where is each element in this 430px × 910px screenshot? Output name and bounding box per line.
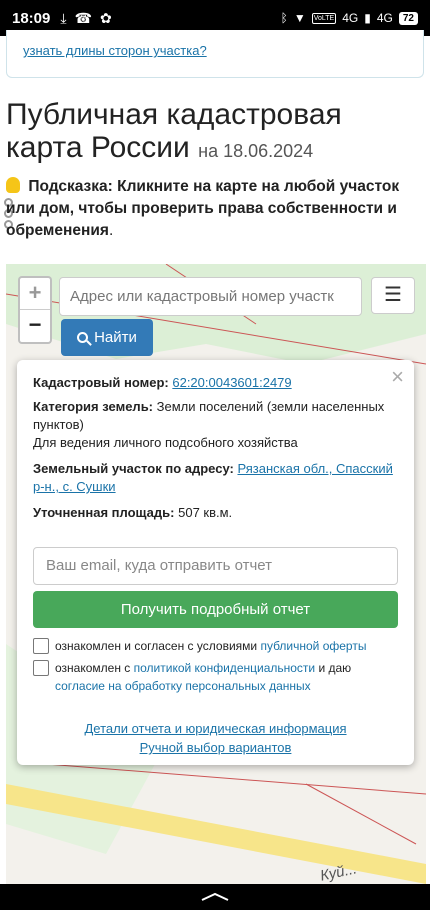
cadastral-number-row: Кадастровый номер: 62:20:0043601:2479 — [33, 374, 398, 392]
privacy-policy-link[interactable]: политикой конфиденциальности — [134, 661, 315, 675]
area-label: Уточненная площадь: — [33, 505, 175, 520]
hint-end: . — [108, 222, 114, 239]
status-time: 18:09 — [12, 9, 51, 27]
cadastral-number-link[interactable]: 62:20:0043601:2479 — [172, 375, 291, 390]
download-icon: ⤓ — [60, 9, 67, 26]
hint-block: Подсказка: Кликните на карте на любой уч… — [6, 176, 426, 242]
privacy-text: ознакомлен с — [55, 661, 131, 675]
bluetooth-icon: ᛒ — [280, 11, 288, 25]
address-label: Земельный участок по адресу: — [33, 461, 234, 476]
menu-button[interactable]: ☰ — [371, 277, 415, 314]
zoom-in-button[interactable]: + — [20, 278, 50, 310]
address-row: Земельный участок по адресу: Рязанская о… — [33, 460, 398, 496]
wifi-icon: ▼ — [293, 11, 306, 25]
land-category-label: Категория земель: — [33, 399, 154, 414]
search-input[interactable]: Адрес или кадастровый номер участк — [59, 277, 362, 316]
find-label: Найти — [94, 329, 137, 346]
battery-icon: 72 — [398, 11, 418, 25]
area-value: 507 кв.м. — [178, 505, 233, 520]
parcel-info-popup: × Кадастровый номер: 62:20:0043601:2479 … — [17, 360, 414, 765]
offer-checkbox[interactable] — [33, 638, 49, 654]
cadastral-number-label: Кадастровый номер: — [33, 375, 169, 390]
page-date: на 18.06.2024 — [198, 141, 314, 161]
privacy-consent: ознакомлен с политикой конфиденциальност… — [33, 659, 398, 695]
signal-label-2: 4G — [376, 11, 393, 25]
side-lengths-link[interactable]: узнать длины сторон участка? — [23, 43, 207, 58]
offer-consent: ознакомлен и согласен с условиями публич… — [33, 637, 398, 655]
report-details-link[interactable]: Детали отчета и юридическая информация — [17, 719, 414, 738]
app-icon: ✿ — [100, 9, 112, 26]
system-nav-bar — [0, 884, 430, 910]
personal-data-link[interactable]: согласие на обработку персональных данны… — [55, 679, 311, 693]
privacy-checkbox[interactable] — [33, 660, 49, 676]
signal-icon: ▮ — [364, 11, 371, 25]
previous-faq-card: узнать длины сторон участка? — [6, 30, 424, 78]
land-category-row: Категория земель: Земли поселений (земли… — [33, 398, 398, 452]
offer-text: ознакомлен и согласен с условиями — [55, 639, 258, 653]
cadastral-map[interactable]: + − Адрес или кадастровый номер участк ☰… — [6, 264, 426, 884]
manual-selection-link[interactable]: Ручной выбор вариантов — [17, 738, 414, 757]
volte-badge: VoLTE — [311, 12, 337, 24]
find-button[interactable]: Найти — [61, 319, 153, 356]
lightbulb-icon — [6, 177, 20, 193]
call-icon: ☎ — [74, 9, 93, 26]
area-row: Уточненная площадь: 507 кв.м. — [33, 504, 398, 522]
privacy-and: и даю — [318, 661, 352, 675]
close-icon[interactable]: × — [391, 364, 404, 390]
zoom-out-button[interactable]: − — [20, 310, 50, 342]
land-usage: Для ведения личного подсобного хозяйства — [33, 435, 298, 450]
zoom-control: + − — [18, 276, 52, 344]
signal-label-1: 4G — [342, 11, 359, 25]
email-field[interactable]: Ваш email, куда отправить отчет — [33, 547, 398, 585]
get-report-button[interactable]: Получить подробный отчет — [33, 591, 398, 628]
page-title: Публичная кадастровая карта России на 18… — [6, 98, 426, 168]
offer-link[interactable]: публичной оферты — [260, 639, 366, 653]
search-icon — [77, 332, 89, 343]
hint-label: Подсказка: — [28, 178, 113, 195]
popup-links: Детали отчета и юридическая информация Р… — [17, 719, 414, 757]
chevron-up-icon[interactable] — [200, 892, 230, 901]
